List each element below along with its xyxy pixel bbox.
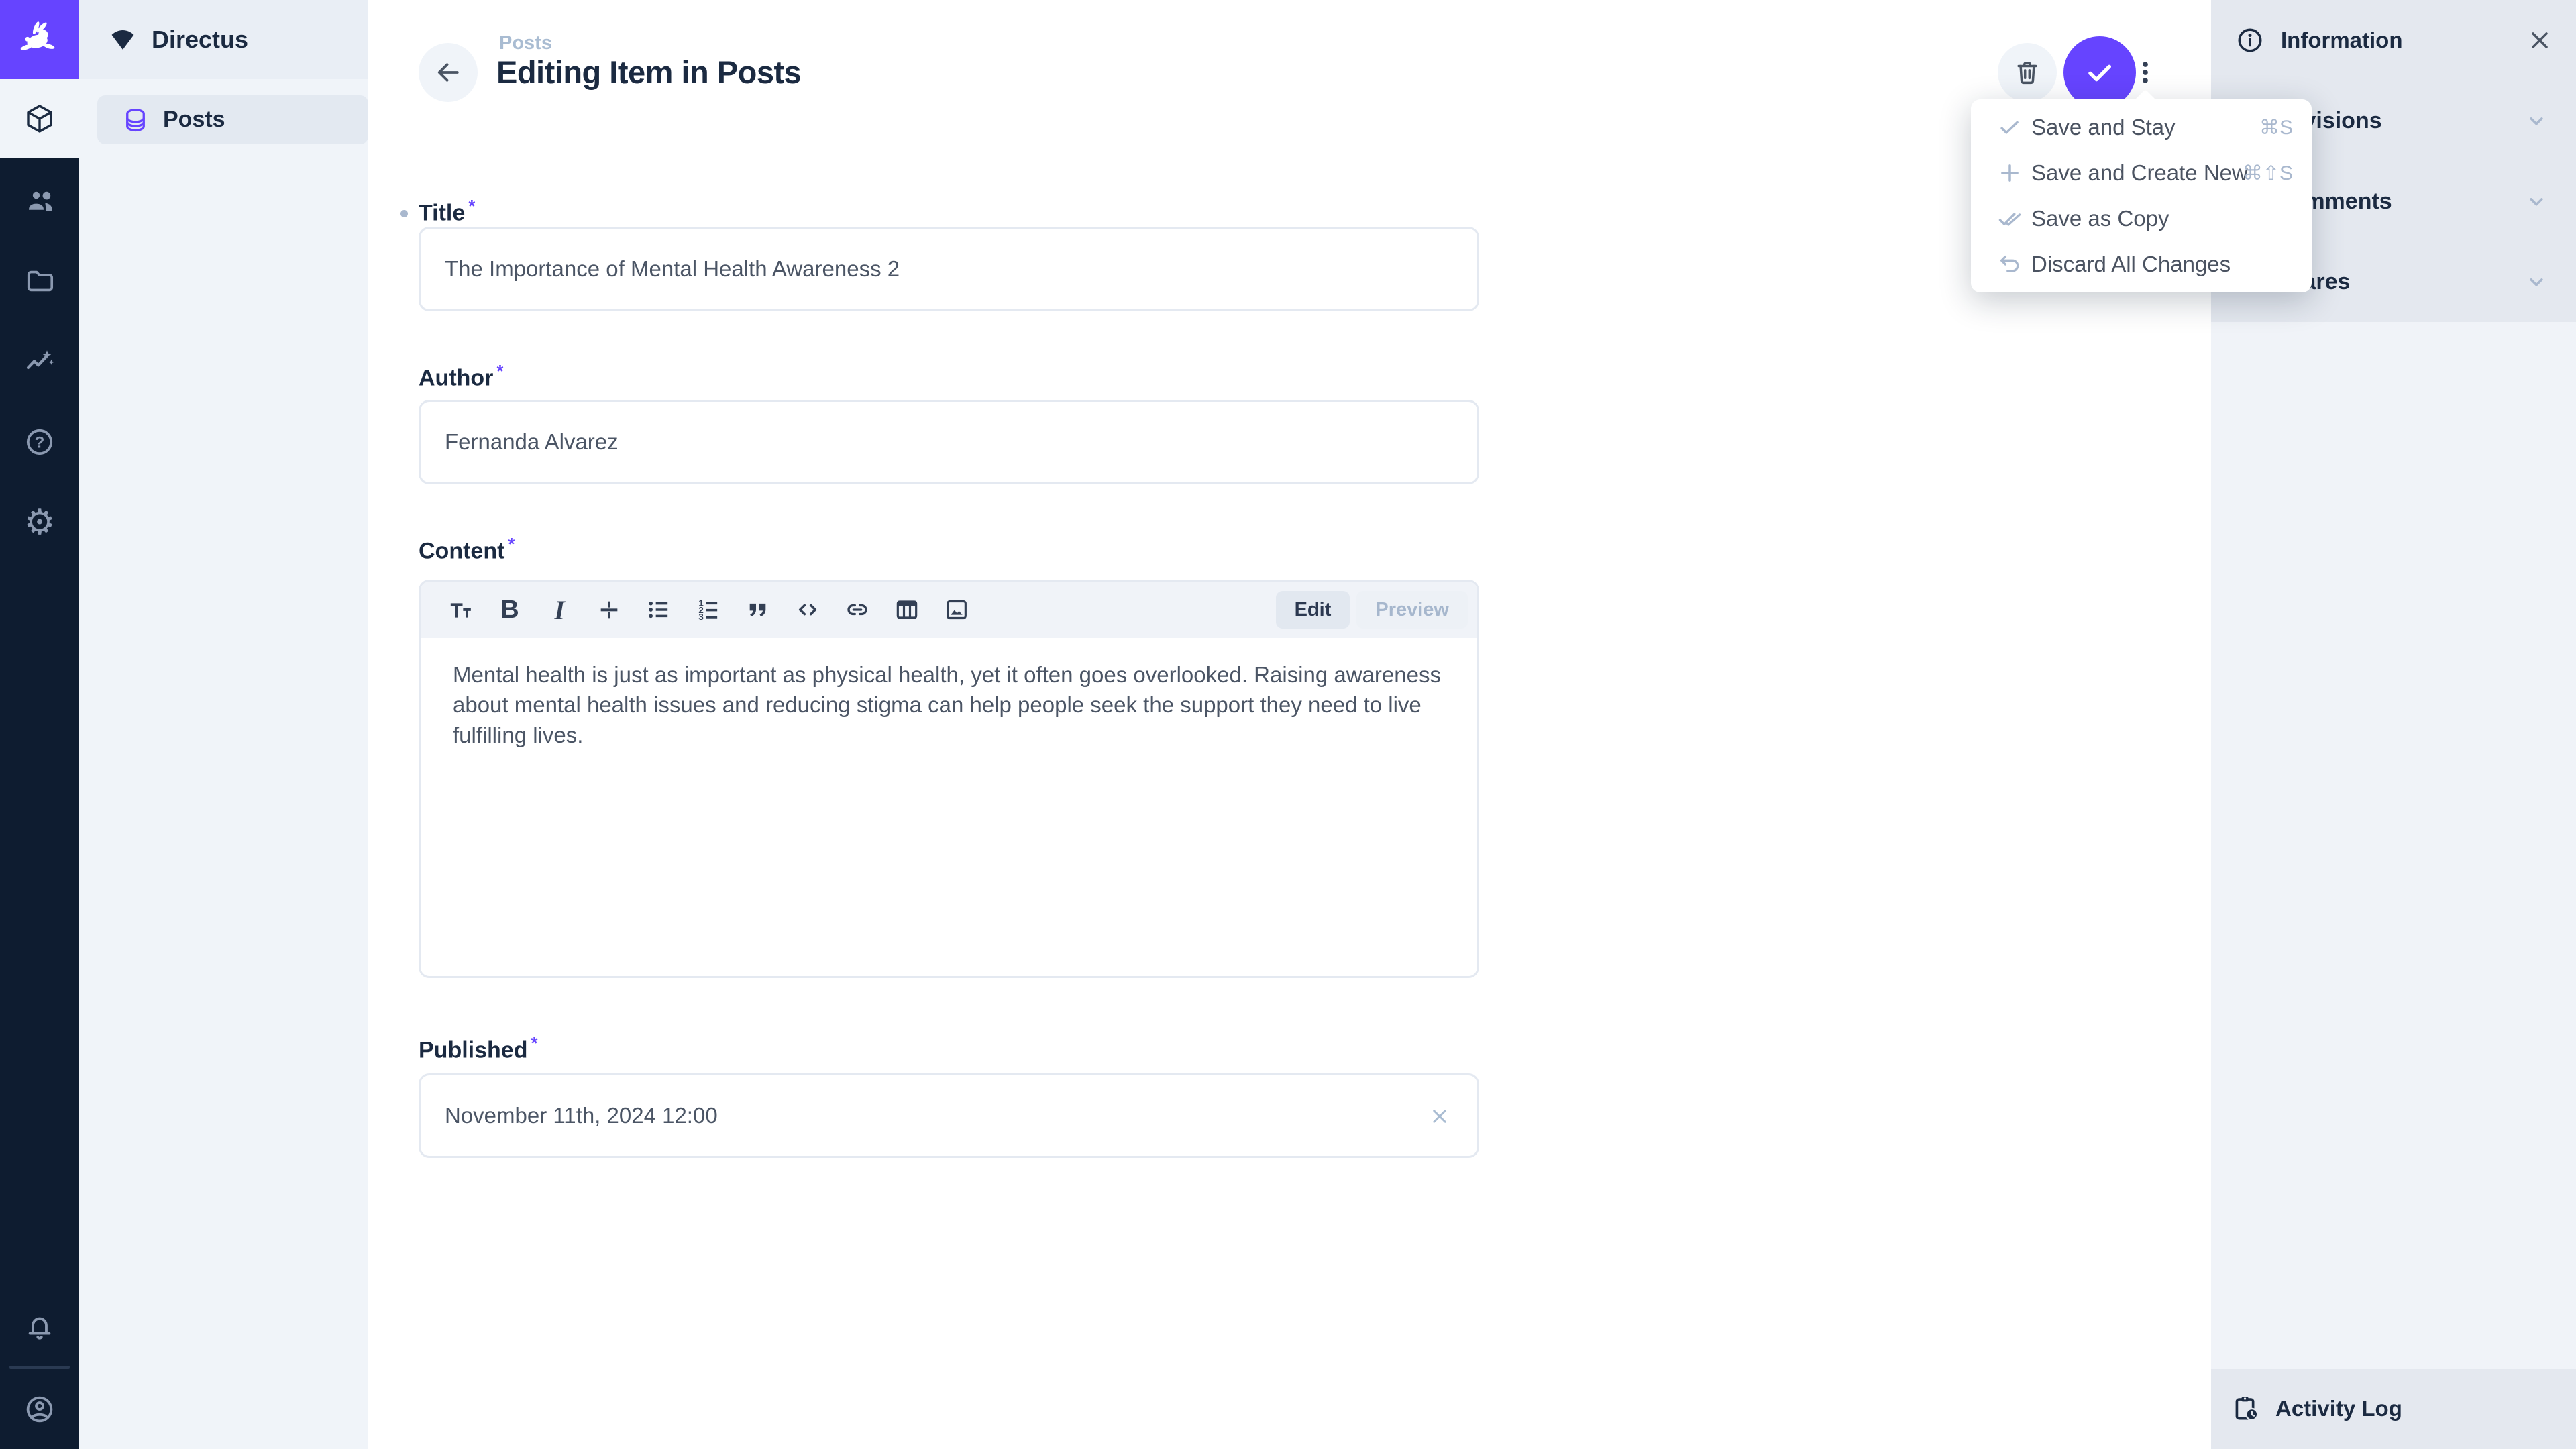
close-sidebar-button[interactable]	[2525, 25, 2555, 55]
bulleted-list-icon[interactable]	[639, 590, 678, 629]
help-icon: ?	[23, 426, 56, 458]
project-header[interactable]: Directus	[79, 0, 368, 79]
chevron-down-icon	[2524, 108, 2549, 133]
info-icon	[2235, 25, 2265, 55]
content-field-label: Content*	[419, 534, 515, 564]
rabbit-logo-icon	[18, 18, 61, 61]
format-size-icon[interactable]	[441, 590, 480, 629]
module-settings[interactable]: ⚙	[0, 483, 79, 562]
module-bar: ? ⚙	[0, 0, 79, 1449]
menu-item-save-and-stay[interactable]: Save and Stay ⌘S	[1971, 105, 2312, 150]
bold-icon[interactable]: B	[490, 590, 529, 629]
tab-edit[interactable]: Edit	[1276, 591, 1350, 629]
required-mark: *	[508, 534, 515, 554]
table-icon[interactable]	[888, 590, 926, 629]
content-editor: B I 1 2 3	[419, 580, 1479, 978]
svg-text:?: ?	[35, 434, 45, 452]
author-input[interactable]	[419, 400, 1479, 484]
link-icon[interactable]	[838, 590, 877, 629]
activity-log-label: Activity Log	[2275, 1396, 2402, 1421]
published-input[interactable]	[419, 1073, 1479, 1158]
account-icon	[23, 1393, 56, 1426]
more-vert-icon	[2131, 58, 2160, 87]
sidebar-item-label: Posts	[163, 107, 225, 133]
author-field-label: Author*	[419, 361, 504, 391]
numbered-list-icon[interactable]: 1 2 3	[689, 590, 728, 629]
sidebar-section-information[interactable]: Information	[2211, 0, 2576, 80]
close-icon	[1428, 1104, 1452, 1128]
menu-item-discard-all-changes[interactable]: Discard All Changes	[1971, 241, 2312, 287]
project-logo-icon	[109, 25, 137, 54]
trash-icon	[2012, 58, 2042, 87]
clear-date-button[interactable]	[1424, 1100, 1456, 1132]
code-icon[interactable]	[788, 590, 827, 629]
module-users[interactable]	[0, 161, 79, 240]
content-editor-toolbar: B I 1 2 3	[421, 582, 1477, 638]
image-icon[interactable]	[937, 590, 976, 629]
menu-item-save-as-copy[interactable]: Save as Copy	[1971, 196, 2312, 241]
delete-button[interactable]	[1998, 43, 2057, 102]
required-mark: *	[531, 1033, 537, 1053]
close-icon	[2526, 27, 2553, 54]
required-mark: *	[496, 361, 503, 381]
editor-view-tabs: Edit Preview	[1276, 591, 1468, 629]
published-field-label: Published*	[419, 1033, 538, 1063]
save-options-menu: Save and Stay ⌘S Save and Create New ⌘⇧S…	[1971, 99, 2312, 292]
back-button[interactable]	[419, 43, 478, 102]
quote-icon[interactable]	[739, 590, 777, 629]
module-bar-divider	[9, 1366, 70, 1368]
navigation-sidebar: Directus Posts	[79, 0, 368, 1449]
activity-log-button[interactable]: Activity Log	[2211, 1368, 2576, 1449]
project-name: Directus	[152, 25, 248, 54]
content-textarea[interactable]: Mental health is just as important as ph…	[453, 659, 1445, 750]
account-button[interactable]	[0, 1370, 79, 1449]
title-input[interactable]	[419, 227, 1479, 311]
box-icon	[23, 103, 56, 135]
italic-icon[interactable]: I	[540, 590, 579, 629]
tab-preview[interactable]: Preview	[1356, 591, 1468, 629]
menu-item-save-and-create-new[interactable]: Save and Create New ⌘⇧S	[1971, 150, 2312, 196]
sidebar-item-posts[interactable]: Posts	[97, 95, 368, 144]
required-mark: *	[468, 196, 475, 216]
check-icon	[1997, 115, 2023, 140]
module-insights[interactable]	[0, 322, 79, 401]
undo-icon	[1997, 252, 2023, 277]
chevron-down-icon	[2524, 189, 2549, 214]
chevron-down-icon	[2524, 269, 2549, 294]
double-check-icon	[1997, 206, 2023, 231]
activity-log-icon	[2231, 1394, 2261, 1424]
check-icon	[2082, 55, 2117, 90]
breadcrumb[interactable]: Posts	[499, 32, 552, 54]
module-files[interactable]	[0, 241, 79, 321]
sidebar-section-title: Information	[2281, 28, 2402, 53]
save-button[interactable]	[2063, 36, 2136, 109]
shortcut-label: ⌘⇧S	[2243, 162, 2293, 185]
insights-icon	[23, 345, 56, 378]
svg-text:3: 3	[698, 612, 703, 622]
module-help[interactable]: ?	[0, 402, 79, 482]
field-modified-dot	[400, 210, 408, 217]
directus-logo[interactable]	[0, 0, 79, 79]
settings-icon: ⚙	[24, 505, 56, 540]
notifications-button[interactable]	[0, 1288, 79, 1367]
module-content[interactable]	[0, 79, 79, 158]
plus-icon	[1997, 160, 2023, 186]
users-icon	[23, 184, 56, 217]
shortcut-label: ⌘S	[2259, 116, 2293, 140]
arrow-left-icon	[433, 58, 463, 87]
page-title: Editing Item in Posts	[496, 54, 801, 91]
bell-icon	[24, 1312, 55, 1343]
folder-icon	[24, 266, 55, 297]
database-icon	[121, 106, 150, 134]
title-field-label: Title*	[419, 196, 475, 226]
strikethrough-icon[interactable]	[590, 590, 629, 629]
